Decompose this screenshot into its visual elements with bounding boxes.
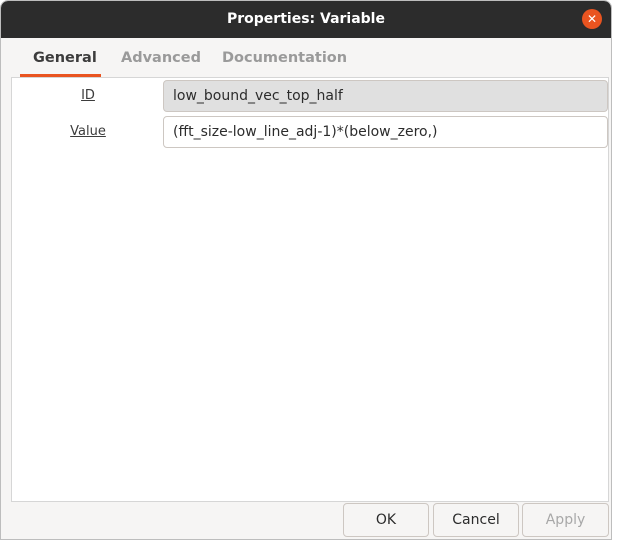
properties-dialog: Properties: Variable ✕ General Advanced … <box>0 0 612 540</box>
apply-button[interactable]: Apply <box>522 503 609 537</box>
button-bar: OK Cancel Apply <box>1 502 611 539</box>
value-label: Value <box>70 124 106 139</box>
close-button[interactable]: ✕ <box>582 9 602 29</box>
tab-general[interactable]: General <box>33 50 97 66</box>
id-label: ID <box>81 88 95 103</box>
id-field[interactable]: low_bound_vec_top_half <box>163 80 608 112</box>
ok-button[interactable]: OK <box>343 503 429 537</box>
tab-documentation[interactable]: Documentation <box>222 50 347 66</box>
value-field[interactable]: (fft_size-low_line_adj-1)*(below_zero,) <box>163 116 608 148</box>
cancel-button[interactable]: Cancel <box>433 503 519 537</box>
tab-bar: General Advanced Documentation <box>1 38 611 78</box>
close-icon: ✕ <box>586 12 598 26</box>
title-bar[interactable]: Properties: Variable ✕ <box>1 1 611 38</box>
general-panel: ID low_bound_vec_top_half Value (fft_siz… <box>11 77 609 502</box>
dialog-title: Properties: Variable <box>227 11 385 27</box>
tab-advanced[interactable]: Advanced <box>121 50 201 66</box>
